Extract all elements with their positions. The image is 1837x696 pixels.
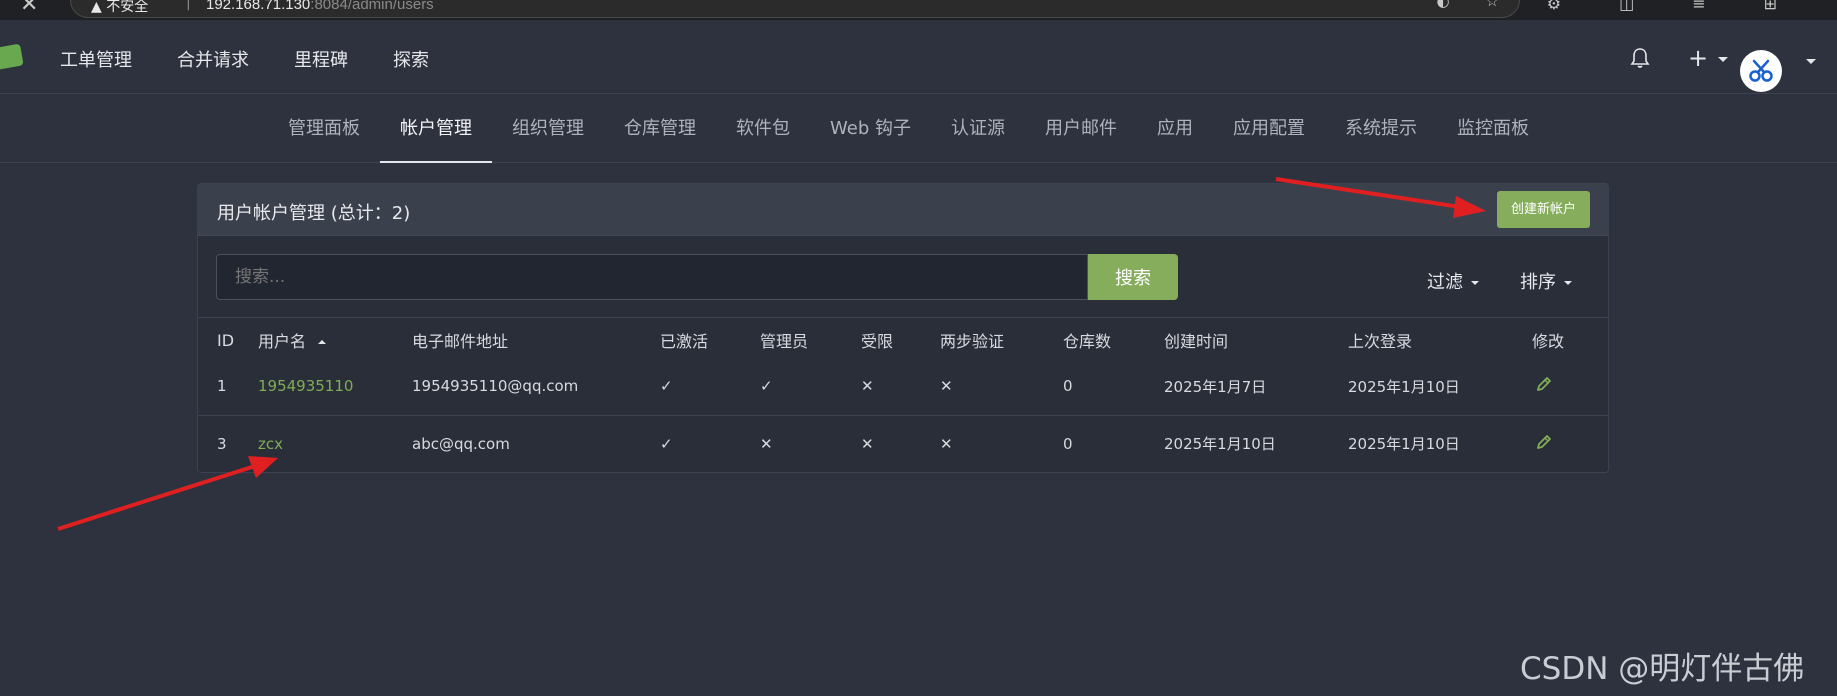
watermark-text: CSDN @明灯伴古佛 [1520,651,1805,687]
annotation-arrows [57,177,1486,531]
annotation-arrow-create-button [1275,177,1486,218]
annotation-arrow-zcx-user [57,456,278,531]
